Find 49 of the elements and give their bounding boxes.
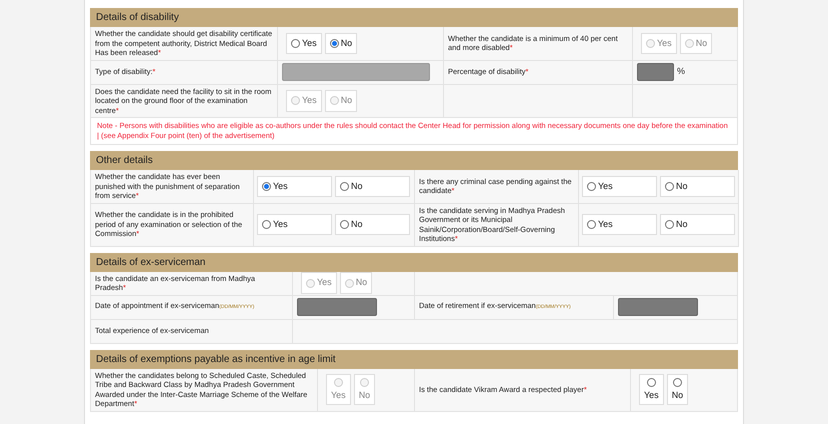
radio-label: No: [351, 180, 363, 192]
radio-label: No: [340, 94, 352, 107]
radio-label: Yes: [302, 36, 317, 50]
radio-button[interactable]: [672, 378, 682, 387]
radio-label: Yes: [644, 388, 659, 402]
radio-button[interactable]: [262, 220, 271, 229]
radio-option[interactable]: No: [324, 32, 358, 54]
radio-button[interactable]: [665, 220, 674, 229]
radio-button[interactable]: [646, 378, 656, 387]
radio-label: No: [696, 36, 708, 50]
radio-button[interactable]: [291, 38, 300, 48]
radio-label: Yes: [657, 36, 672, 50]
radio-label: No: [356, 276, 368, 290]
radio-button[interactable]: [665, 182, 674, 191]
radio-option[interactable]: Yes: [639, 374, 664, 406]
radio-label: Yes: [317, 276, 332, 290]
radio-option[interactable]: Yes: [582, 214, 657, 236]
radio-option[interactable]: No: [335, 176, 410, 197]
radio-option[interactable]: Yes: [257, 176, 332, 197]
radio-label: Yes: [598, 180, 613, 192]
radio-button[interactable]: [587, 182, 596, 191]
radio-option[interactable]: No: [660, 176, 735, 197]
radio-button[interactable]: [262, 182, 271, 191]
radio-button[interactable]: [330, 38, 339, 48]
radio-label: Yes: [273, 180, 288, 192]
radio-label: No: [340, 36, 352, 50]
radio-label: Yes: [331, 388, 346, 402]
radio-label: Yes: [273, 218, 288, 231]
radio-label: No: [358, 388, 370, 402]
radio-label: Yes: [302, 94, 317, 107]
radio-option[interactable]: No: [335, 214, 410, 236]
radio-label: No: [672, 388, 684, 402]
radio-option[interactable]: Yes: [257, 214, 332, 236]
radio-button[interactable]: [340, 220, 349, 229]
radio-label: No: [676, 180, 688, 192]
section-header: Details of exemptions payable as incentive in age limit: [90, 350, 738, 368]
section-header: Other details: [90, 151, 738, 170]
radio-option[interactable]: Yes: [582, 176, 657, 197]
radio-option[interactable]: Yes: [286, 32, 322, 54]
radio-button[interactable]: [340, 182, 349, 191]
radio-button[interactable]: [587, 220, 596, 229]
radio-label: No: [676, 218, 688, 231]
unit-label: %: [677, 65, 686, 78]
radio-label: Yes: [598, 218, 613, 231]
section-header: Details of disability: [90, 8, 738, 27]
radio-option[interactable]: No: [666, 374, 688, 406]
section-header: Details of ex-serviceman: [90, 252, 738, 272]
radio-option[interactable]: No: [660, 214, 735, 236]
radio-label: No: [351, 218, 363, 231]
